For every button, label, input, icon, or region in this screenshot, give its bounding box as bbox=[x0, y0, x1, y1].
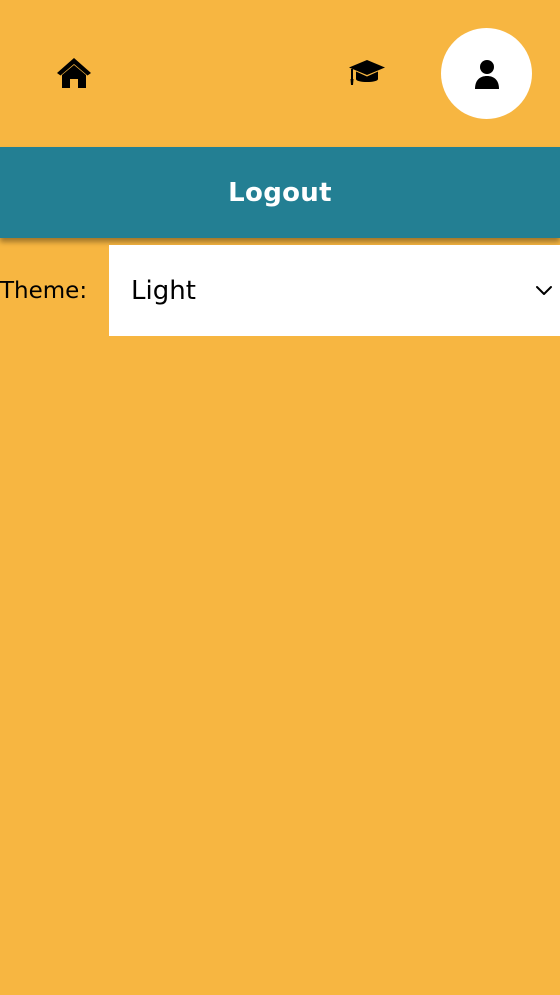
profile-nav-button[interactable] bbox=[441, 28, 532, 119]
user-icon bbox=[474, 59, 500, 89]
home-nav-button[interactable] bbox=[46, 45, 102, 101]
logout-button[interactable]: Logout bbox=[0, 147, 560, 238]
graduation-cap-icon bbox=[348, 57, 386, 89]
theme-selected-value: Light bbox=[131, 275, 196, 306]
theme-label: Theme: bbox=[0, 277, 88, 304]
courses-nav-button[interactable] bbox=[339, 45, 395, 101]
chevron-down-icon bbox=[534, 281, 554, 301]
logout-label: Logout bbox=[228, 177, 332, 208]
home-icon bbox=[56, 56, 92, 90]
theme-select[interactable]: Light bbox=[109, 245, 560, 336]
top-navigation bbox=[0, 0, 560, 147]
theme-setting-row: Theme: Light bbox=[0, 245, 560, 336]
